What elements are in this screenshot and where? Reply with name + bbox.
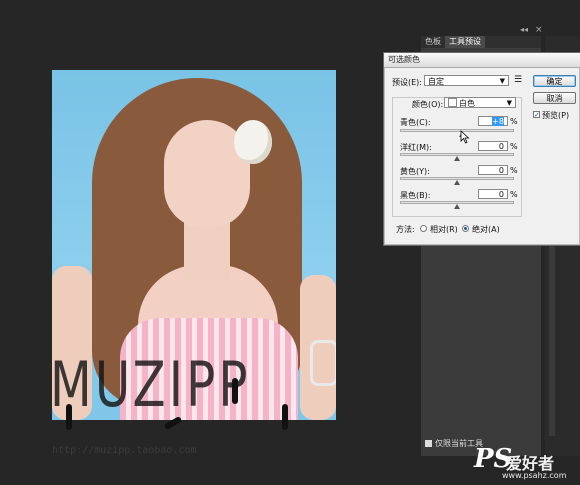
method-label: 方法: <box>396 225 415 234</box>
panel-tabs: 色板 工具预设 <box>421 36 541 48</box>
preset-value: 自定 <box>428 77 444 86</box>
percent-sign: % <box>510 166 518 175</box>
percent-sign: % <box>510 142 518 151</box>
canvas-watermark: MUZIPP <box>50 348 251 421</box>
yellow-label: 黄色(Y): <box>400 167 430 176</box>
colors-select[interactable]: 白色 ▼ <box>444 97 516 108</box>
tab-tool-presets[interactable]: 工具预设 <box>445 36 485 48</box>
preset-select[interactable]: 自定 ▼ <box>424 75 509 86</box>
absolute-label: 绝对(A) <box>472 225 500 234</box>
preset-label: 预设(E): <box>392 78 422 87</box>
cyan-input[interactable]: +8 <box>478 116 508 126</box>
cancel-button[interactable]: 取消 <box>533 92 576 104</box>
colors-label: 颜色(O): <box>412 100 444 109</box>
magenta-value: 0 <box>498 142 504 151</box>
percent-sign: % <box>510 190 518 199</box>
collapse-icon[interactable]: ◂◂ <box>520 25 528 34</box>
magenta-input[interactable]: 0 <box>478 141 508 151</box>
chevron-down-icon: ▼ <box>506 99 512 107</box>
preview-checkbox[interactable]: ✓ <box>533 111 540 119</box>
magenta-label: 洋红(M): <box>400 143 432 152</box>
yellow-slider-thumb[interactable] <box>454 180 460 185</box>
checkbox-icon[interactable] <box>425 440 432 447</box>
silhouette-figure <box>282 404 288 430</box>
chevron-down-icon: ▼ <box>499 77 505 85</box>
percent-sign: % <box>510 117 518 126</box>
colors-value: 白色 <box>459 99 475 108</box>
preset-menu-icon[interactable]: ☰ <box>514 75 522 85</box>
tab-swatches[interactable]: 色板 <box>421 36 445 48</box>
yellow-value: 0 <box>498 166 504 175</box>
black-value: 0 <box>498 190 504 199</box>
black-slider-thumb[interactable] <box>454 204 460 209</box>
silhouette-figure <box>232 378 238 404</box>
white-swatch-icon <box>448 98 457 107</box>
photo-neck <box>184 220 230 280</box>
cyan-label: 青色(C): <box>400 118 431 127</box>
yellow-input[interactable]: 0 <box>478 165 508 175</box>
selective-color-dialog: 可选颜色 预设(E): 自定 ▼ ☰ 确定 取消 ✓ 预览(P) 颜色(O): 白… <box>383 52 580 246</box>
relative-radio[interactable] <box>420 225 427 232</box>
cyan-value: +8 <box>492 117 504 126</box>
black-label: 黑色(B): <box>400 191 431 200</box>
preview-label: 预览(P) <box>542 111 570 120</box>
photo-flower <box>234 120 272 164</box>
canvas-watermark-url: http://muzipp.taobao.com <box>52 445 197 456</box>
cyan-slider[interactable] <box>400 129 514 132</box>
magenta-slider-thumb[interactable] <box>454 156 460 161</box>
dialog-title[interactable]: 可选颜色 <box>384 53 580 68</box>
photo-bangle <box>310 340 336 386</box>
close-icon[interactable]: × <box>535 25 543 35</box>
silhouette-figure <box>66 404 72 430</box>
black-input[interactable]: 0 <box>478 189 508 199</box>
mouse-cursor-icon <box>460 130 470 144</box>
logo-url: www.psahz.com <box>502 471 567 480</box>
absolute-radio[interactable] <box>462 225 469 232</box>
relative-label: 相对(R) <box>430 225 458 234</box>
ok-button[interactable]: 确定 <box>533 75 576 87</box>
site-logo: PS 爱好者 www.psahz.com <box>474 444 578 484</box>
